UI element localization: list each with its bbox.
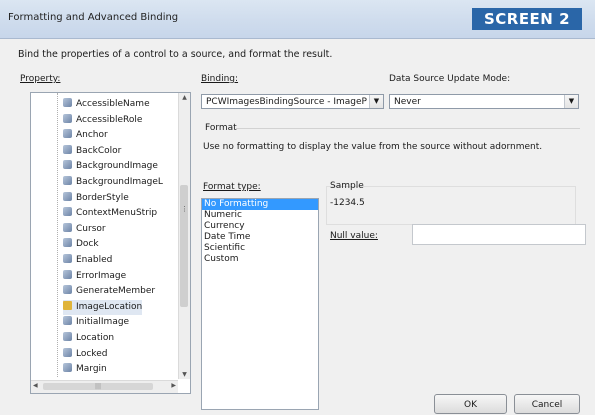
property-icon bbox=[63, 222, 72, 232]
scroll-down-icon[interactable]: ▼ bbox=[179, 371, 190, 378]
format-type-label: Format type: bbox=[203, 182, 261, 192]
null-value-label: Null value: bbox=[330, 231, 378, 241]
property-item[interactable]: Enabled bbox=[63, 253, 112, 268]
property-item[interactable]: BorderStyle bbox=[63, 191, 129, 206]
property-tree[interactable]: AccessibleName AccessibleRole Anchor BackCo… bbox=[30, 92, 191, 394]
scroll-right-icon[interactable]: ▶ bbox=[171, 382, 176, 389]
property-item[interactable]: Anchor bbox=[63, 128, 108, 143]
property-icon bbox=[63, 113, 72, 123]
format-type-item[interactable]: Custom bbox=[202, 254, 318, 265]
property-item[interactable]: InitialImage bbox=[63, 315, 129, 330]
format-type-items: No Formatting Numeric Currency Date Time Sci… bbox=[202, 199, 318, 265]
property-item-label: AccessibleName bbox=[76, 99, 150, 109]
property-label: Property: bbox=[20, 74, 61, 84]
property-item-label: AccessibleRole bbox=[76, 114, 143, 125]
property-item[interactable]: BackColor bbox=[63, 144, 121, 159]
property-icon bbox=[63, 347, 72, 357]
sample-label: Sample bbox=[330, 181, 364, 191]
property-item-label: Anchor bbox=[76, 130, 108, 141]
property-item[interactable]: BackgroundImageL bbox=[63, 175, 163, 190]
property-icon bbox=[63, 238, 72, 248]
dialog-description: Bind the properties of a control to a so… bbox=[18, 49, 333, 60]
property-item[interactable]: Locked bbox=[63, 347, 107, 362]
tree-connector-line bbox=[57, 93, 58, 377]
property-item-label: GenerateMember bbox=[76, 286, 156, 297]
property-item-label: Locked bbox=[76, 348, 108, 359]
property-item-label: Location bbox=[76, 333, 115, 343]
tree-vertical-scrollbar[interactable]: ▲ ▼ bbox=[178, 93, 190, 379]
screen-badge: SCREEN 2 bbox=[472, 8, 582, 30]
title-bar[interactable]: Formatting and Advanced Binding SCREEN 2 bbox=[0, 0, 595, 39]
property-item[interactable]: ErrorImage bbox=[63, 269, 126, 284]
tree-scroll-thumb[interactable] bbox=[180, 185, 188, 307]
property-item-label: BorderStyle bbox=[76, 192, 129, 203]
property-icon bbox=[63, 363, 72, 373]
null-value-input[interactable] bbox=[412, 224, 586, 245]
format-section-label: Format bbox=[205, 123, 237, 133]
scroll-up-icon[interactable]: ▲ bbox=[179, 94, 190, 101]
property-item[interactable]: ContextMenuStrip bbox=[63, 206, 157, 221]
update-mode-label: Data Source Update Mode: bbox=[389, 74, 511, 84]
property-icon bbox=[63, 144, 72, 154]
property-item[interactable]: GenerateMember bbox=[63, 284, 155, 299]
binding-combo[interactable]: PCWImagesBindingSource - ImageP ▼ bbox=[201, 94, 384, 109]
property-icon bbox=[63, 98, 72, 107]
format-hint: Use no formatting to display the value f… bbox=[203, 142, 543, 152]
property-item-label: BackgroundImage bbox=[76, 161, 158, 172]
property-item-label: ErrorImage bbox=[76, 270, 127, 281]
property-icon bbox=[63, 285, 72, 295]
update-mode-value: Never bbox=[394, 97, 421, 107]
scroll-left-icon[interactable]: ◀ bbox=[33, 382, 38, 389]
property-item-label: Enabled bbox=[76, 255, 113, 265]
format-type-item[interactable]: Date Time bbox=[202, 232, 318, 243]
splitter-grip-icon[interactable]: ⋮ bbox=[181, 205, 188, 213]
format-type-list[interactable]: No Formatting Numeric Currency Date Time Sci… bbox=[201, 198, 319, 410]
property-item[interactable]: AccessibleRole bbox=[63, 113, 142, 128]
property-icon bbox=[63, 160, 72, 170]
property-item-label: BackgroundImageL bbox=[76, 177, 163, 187]
property-item-label: Dock bbox=[76, 239, 99, 250]
property-icon bbox=[63, 269, 72, 279]
property-item[interactable]: Location bbox=[63, 331, 114, 346]
bound-property-icon bbox=[63, 300, 72, 310]
property-icon bbox=[63, 129, 72, 139]
format-type-item[interactable]: Currency bbox=[202, 221, 318, 232]
property-item-label: BackColor bbox=[76, 145, 122, 156]
format-type-item[interactable]: Numeric bbox=[202, 210, 318, 221]
property-icon bbox=[63, 176, 72, 185]
format-type-item[interactable]: No Formatting bbox=[202, 199, 318, 210]
ok-button[interactable]: OK bbox=[434, 394, 507, 414]
property-item[interactable]: BackgroundImage bbox=[63, 159, 158, 174]
property-item[interactable]: Dock bbox=[63, 237, 99, 252]
cancel-button[interactable]: Cancel bbox=[514, 394, 580, 414]
property-icon bbox=[63, 332, 72, 341]
format-divider bbox=[236, 128, 580, 129]
property-item[interactable]: Margin bbox=[63, 362, 107, 377]
chevron-down-icon[interactable]: ▼ bbox=[369, 95, 383, 108]
tree-hscroll-thumb[interactable]: ||| bbox=[43, 383, 153, 390]
property-icon bbox=[63, 316, 72, 326]
property-item-label: Margin bbox=[76, 364, 107, 375]
chevron-down-icon[interactable]: ▼ bbox=[564, 95, 578, 108]
format-type-item[interactable]: Scientific bbox=[202, 243, 318, 254]
property-item[interactable]: ImageLocation bbox=[63, 299, 143, 315]
dialog-body: Bind the properties of a control to a so… bbox=[0, 39, 595, 414]
binding-label: Binding: bbox=[201, 74, 239, 84]
property-item[interactable]: Cursor bbox=[63, 222, 106, 237]
tree-horizontal-scrollbar[interactable]: ◀ ||| ▶ bbox=[31, 380, 178, 393]
property-icon bbox=[63, 207, 72, 217]
property-icon bbox=[63, 254, 72, 263]
window-title: Formatting and Advanced Binding bbox=[8, 12, 179, 23]
property-item-label: InitialImage bbox=[76, 317, 130, 328]
sample-value: -1234.5 bbox=[330, 198, 365, 208]
update-mode-combo[interactable]: Never ▼ bbox=[389, 94, 579, 109]
property-item-label: Cursor bbox=[76, 223, 106, 234]
property-item[interactable]: AccessibleName bbox=[63, 97, 150, 112]
binding-value: PCWImagesBindingSource - ImageP bbox=[206, 97, 367, 107]
property-item-label: ContextMenuStrip bbox=[76, 208, 158, 219]
property-icon bbox=[63, 191, 72, 201]
property-item-label: ImageLocation bbox=[76, 301, 143, 312]
